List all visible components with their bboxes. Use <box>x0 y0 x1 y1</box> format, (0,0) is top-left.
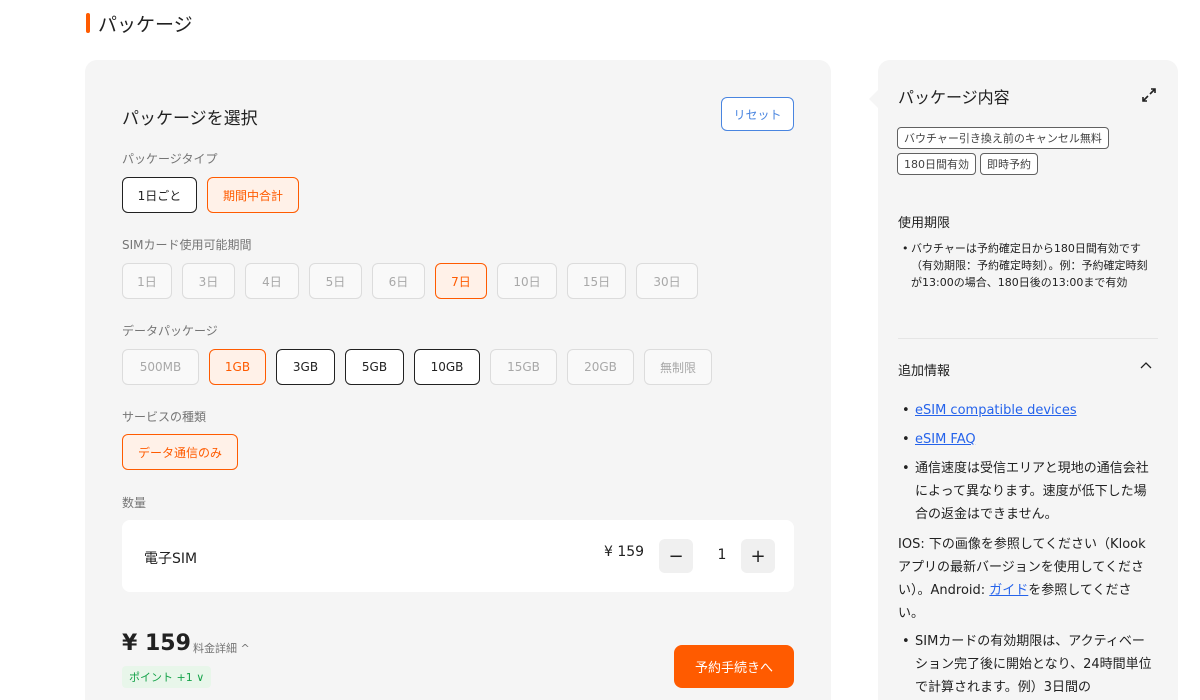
sim-period-label: SIMカード使用可能期間 <box>122 238 252 252</box>
title-accent-bar <box>86 13 90 33</box>
tag-instant-booking: 即時予約 <box>980 153 1038 175</box>
data-package-option[interactable]: 500MB <box>122 349 199 385</box>
feature-tags: バウチャー引き換え前のキャンセル無料 180日間有効 即時予約 <box>897 127 1159 175</box>
data-package-label: データパッケージ <box>122 324 218 338</box>
decrement-button[interactable]: − <box>659 539 693 573</box>
sim-period-option[interactable]: 30日 <box>636 263 698 299</box>
package-type-options: 1日ごと 期間中合計 <box>122 177 299 213</box>
increment-button[interactable]: + <box>741 539 775 573</box>
list-item: • eSIM FAQ <box>902 432 976 447</box>
additional-info-title: 追加情報 <box>898 364 951 379</box>
panel-heading: パッケージを選択 <box>122 109 258 129</box>
package-type-option-daily[interactable]: 1日ごと <box>122 177 197 213</box>
quantity-label: 数量 <box>122 496 147 510</box>
sim-period-option[interactable]: 5日 <box>309 263 362 299</box>
data-package-options: 500MB 1GB 3GB 5GB 10GB 15GB 20GB 無制限 <box>122 349 712 385</box>
data-package-option[interactable]: 20GB <box>567 349 634 385</box>
data-package-option[interactable]: 10GB <box>414 349 480 385</box>
service-type-option-data-only[interactable]: データ通信のみ <box>122 434 238 470</box>
data-package-option[interactable]: 15GB <box>490 349 557 385</box>
validity-text: バウチャーは予約確定日から180日間有効です（有効期限：予約確定時刻）。例：予約… <box>911 242 1148 289</box>
total-price: ¥ 159 <box>122 631 191 656</box>
list-item: • 通信速度は受信エリアと現地の通信会社によって異なります。速度が低下した場合の… <box>902 457 1154 526</box>
divider <box>898 338 1158 339</box>
fee-details-toggle[interactable]: 料金詳細 ^ <box>193 640 250 656</box>
package-type-label: パッケージタイプ <box>122 152 218 166</box>
sim-period-option[interactable]: 1日 <box>122 263 172 299</box>
tag-validity: 180日間有効 <box>897 153 976 175</box>
list-item: • SIMカードの有効期限は、アクティベーション完了後に開始となり、24時間単位… <box>902 630 1154 699</box>
ios-android-note: IOS: 下の画像を参照してください（Klookアプリの最新バージョンを使用して… <box>898 533 1156 625</box>
package-type-option-total[interactable]: 期間中合計 <box>207 177 299 213</box>
package-details-title: パッケージ内容 <box>898 88 1010 107</box>
quantity-card: 電子SIM ¥ 159 − 1 + <box>122 520 794 592</box>
data-package-option[interactable]: 無制限 <box>644 349 712 385</box>
chevron-up-icon[interactable] <box>1139 359 1153 373</box>
book-button[interactable]: 予約手続きへ <box>674 645 794 688</box>
tag-free-cancel: バウチャー引き換え前のキャンセル無料 <box>897 127 1109 149</box>
sim-validity-note: SIMカードの有効期限は、アクティベーション完了後に開始となり、24時間単位で計… <box>915 634 1152 695</box>
service-type-options: データ通信のみ <box>122 434 238 470</box>
esim-devices-link[interactable]: eSIM compatible devices <box>915 403 1077 418</box>
quantity-value: 1 <box>717 547 727 563</box>
item-price: ¥ 159 <box>604 544 645 560</box>
item-name: 電子SIM <box>144 551 198 567</box>
validity-title: 使用期限 <box>898 216 951 231</box>
section-title-text: パッケージ <box>98 13 193 36</box>
reset-button[interactable]: リセット <box>721 97 794 131</box>
expand-icon[interactable] <box>1140 86 1158 104</box>
data-package-option-selected[interactable]: 1GB <box>209 349 266 385</box>
package-details-panel: パッケージ内容 バウチャー引き換え前のキャンセル無料 180日間有効 即時予約 … <box>869 60 1178 700</box>
list-item: • eSIM compatible devices <box>902 403 1077 418</box>
service-type-label: サービスの種類 <box>122 410 207 424</box>
data-package-option[interactable]: 3GB <box>276 349 335 385</box>
guide-link[interactable]: ガイド <box>989 583 1028 598</box>
sim-period-option[interactable]: 15日 <box>567 263 626 299</box>
package-selection-panel: パッケージを選択 リセット パッケージタイプ 1日ごと 期間中合計 SIMカード… <box>85 60 831 700</box>
sim-period-option[interactable]: 10日 <box>497 263 557 299</box>
validity-item: • バウチャーは予約確定日から180日間有効です（有効期限：予約確定時刻）。例：… <box>902 240 1154 291</box>
section-title: パッケージ <box>86 10 193 36</box>
data-package-option[interactable]: 5GB <box>345 349 404 385</box>
sim-period-option[interactable]: 4日 <box>245 263 299 299</box>
speed-note: 通信速度は受信エリアと現地の通信会社によって異なります。速度が低下した場合の返金… <box>915 461 1149 522</box>
points-badge[interactable]: ポイント +1 ∨ <box>122 666 212 688</box>
sim-period-option[interactable]: 6日 <box>372 263 425 299</box>
esim-faq-link[interactable]: eSIM FAQ <box>915 432 976 447</box>
sim-period-options: 1日 3日 4日 5日 6日 7日 10日 15日 30日 <box>122 263 698 299</box>
sim-period-option[interactable]: 3日 <box>182 263 235 299</box>
sim-period-option-selected[interactable]: 7日 <box>435 263 487 299</box>
